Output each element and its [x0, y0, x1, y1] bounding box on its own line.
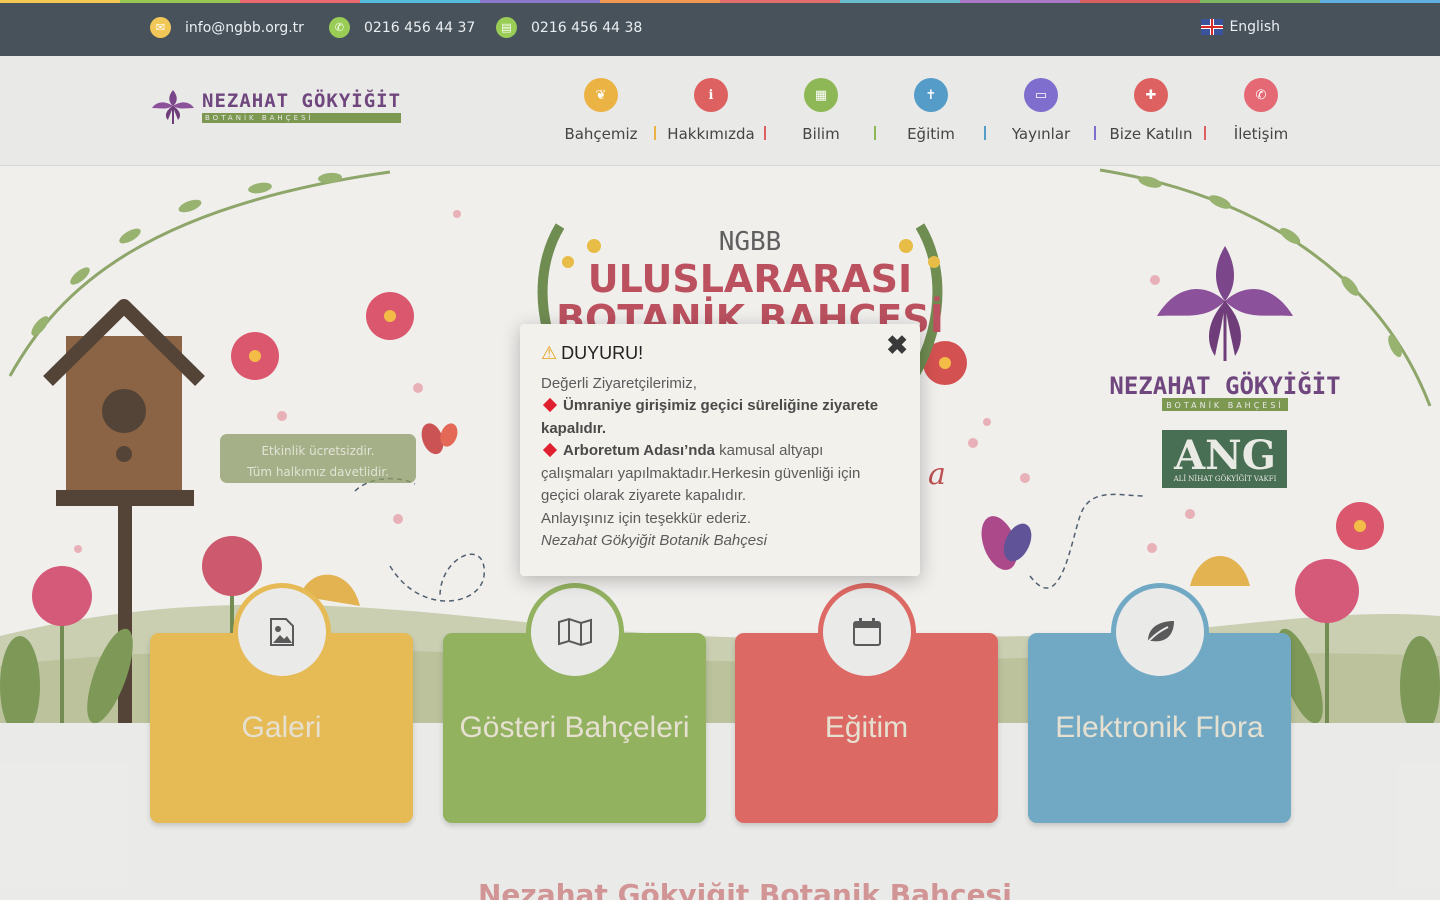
modal-notice-1: Ümraniye girişimiz geçici süreliğine ziy…	[541, 395, 899, 440]
close-icon[interactable]: ✖	[886, 332, 908, 358]
modal-greeting: Değerli Ziyaretçilerimiz,	[541, 374, 697, 392]
modal-thanks: Anlayışınız için teşekkür ederiz.	[541, 509, 752, 527]
notice-1-text: Ümraniye girişimiz geçici süreliğine ziy…	[541, 397, 879, 437]
modal-signature: Nezahat Gökyiğit Botanik Bahçesi	[541, 532, 767, 549]
red-diamond-icon	[542, 442, 558, 458]
announcement-modal: ✖ ⚠ DUYURU! Değerli Ziyaretçilerimiz, Üm…	[520, 324, 920, 576]
notice-2-bold: Arboretum Adası’nda	[563, 442, 715, 459]
modal-notice-2: Arboretum Adası’nda kamusal altyapı çalı…	[541, 440, 899, 508]
warning-icon: ⚠	[541, 343, 558, 363]
red-diamond-icon	[542, 397, 558, 413]
modal-title: DUYURU!	[561, 343, 644, 363]
modal-title-row: ⚠ DUYURU!	[541, 342, 899, 365]
